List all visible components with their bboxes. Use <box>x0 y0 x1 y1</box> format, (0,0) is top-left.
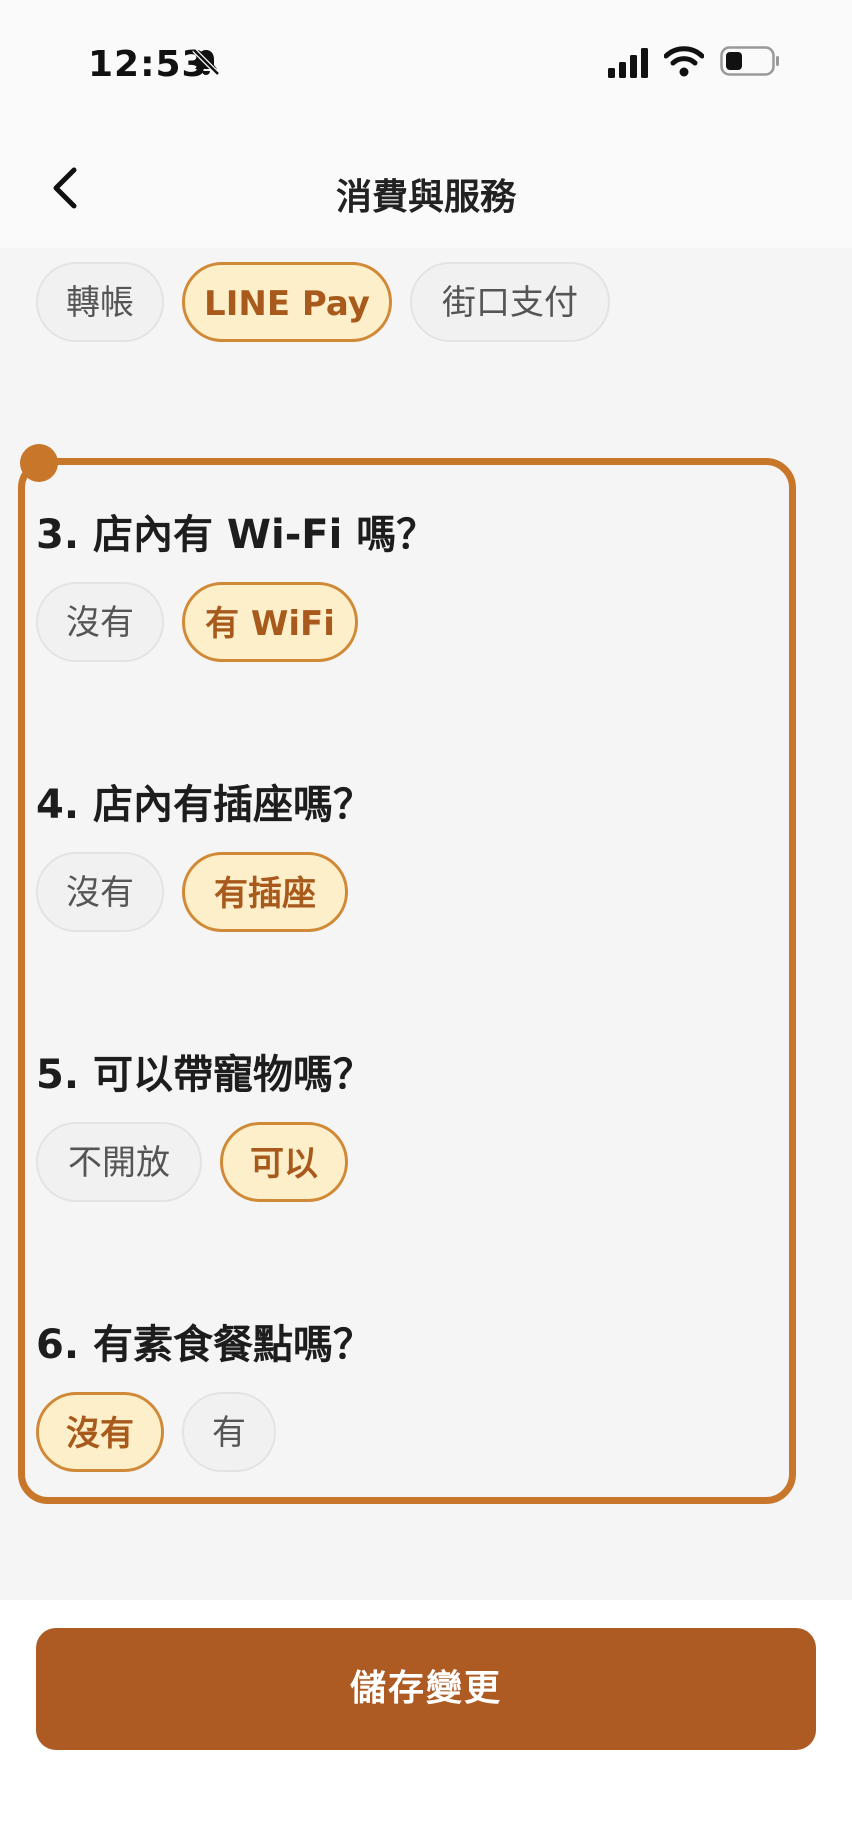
wifi-option-no[interactable]: 沒有 <box>36 582 164 662</box>
nav-bar: 消費與服務 <box>0 128 852 248</box>
socket-option-no[interactable]: 沒有 <box>36 852 164 932</box>
vegetarian-option-no[interactable]: 沒有 <box>36 1392 164 1472</box>
payment-chip-jkopay[interactable]: 街口支付 <box>410 262 610 342</box>
vegetarian-option-yes[interactable]: 有 <box>182 1392 276 1472</box>
wifi-option-yes[interactable]: 有 WiFi <box>182 582 358 662</box>
pet-option-no[interactable]: 不開放 <box>36 1122 202 1202</box>
pet-option-yes[interactable]: 可以 <box>220 1122 348 1202</box>
page-title: 消費與服務 <box>335 177 516 218</box>
save-area: 儲存變更 <box>0 1600 852 1846</box>
question-wifi-title: 3. 店內有 Wi-Fi 嗎？ <box>36 512 437 558</box>
save-changes-button[interactable]: 儲存變更 <box>36 1628 816 1750</box>
battery-icon <box>720 46 780 76</box>
question-pet-title: 5. 可以帶寵物嗎？ <box>36 1052 373 1098</box>
frame-marker-dot <box>20 444 58 482</box>
wifi-icon <box>663 44 705 78</box>
question-socket-title: 4. 店內有插座嗎？ <box>36 782 373 828</box>
status-bar: 12:53 <box>0 0 852 128</box>
question-vegetarian-title: 6. 有素食餐點嗎？ <box>36 1322 373 1368</box>
form-content: 轉帳 LINE Pay 街口支付 3. 店內有 Wi-Fi 嗎？ 沒有 有 Wi… <box>0 248 852 1600</box>
bell-off-icon <box>190 46 222 78</box>
payment-chip-line-pay[interactable]: LINE Pay <box>182 262 392 342</box>
payment-chip-transfer[interactable]: 轉帳 <box>36 262 164 342</box>
signal-icon <box>608 48 652 78</box>
socket-option-yes[interactable]: 有插座 <box>182 852 348 932</box>
